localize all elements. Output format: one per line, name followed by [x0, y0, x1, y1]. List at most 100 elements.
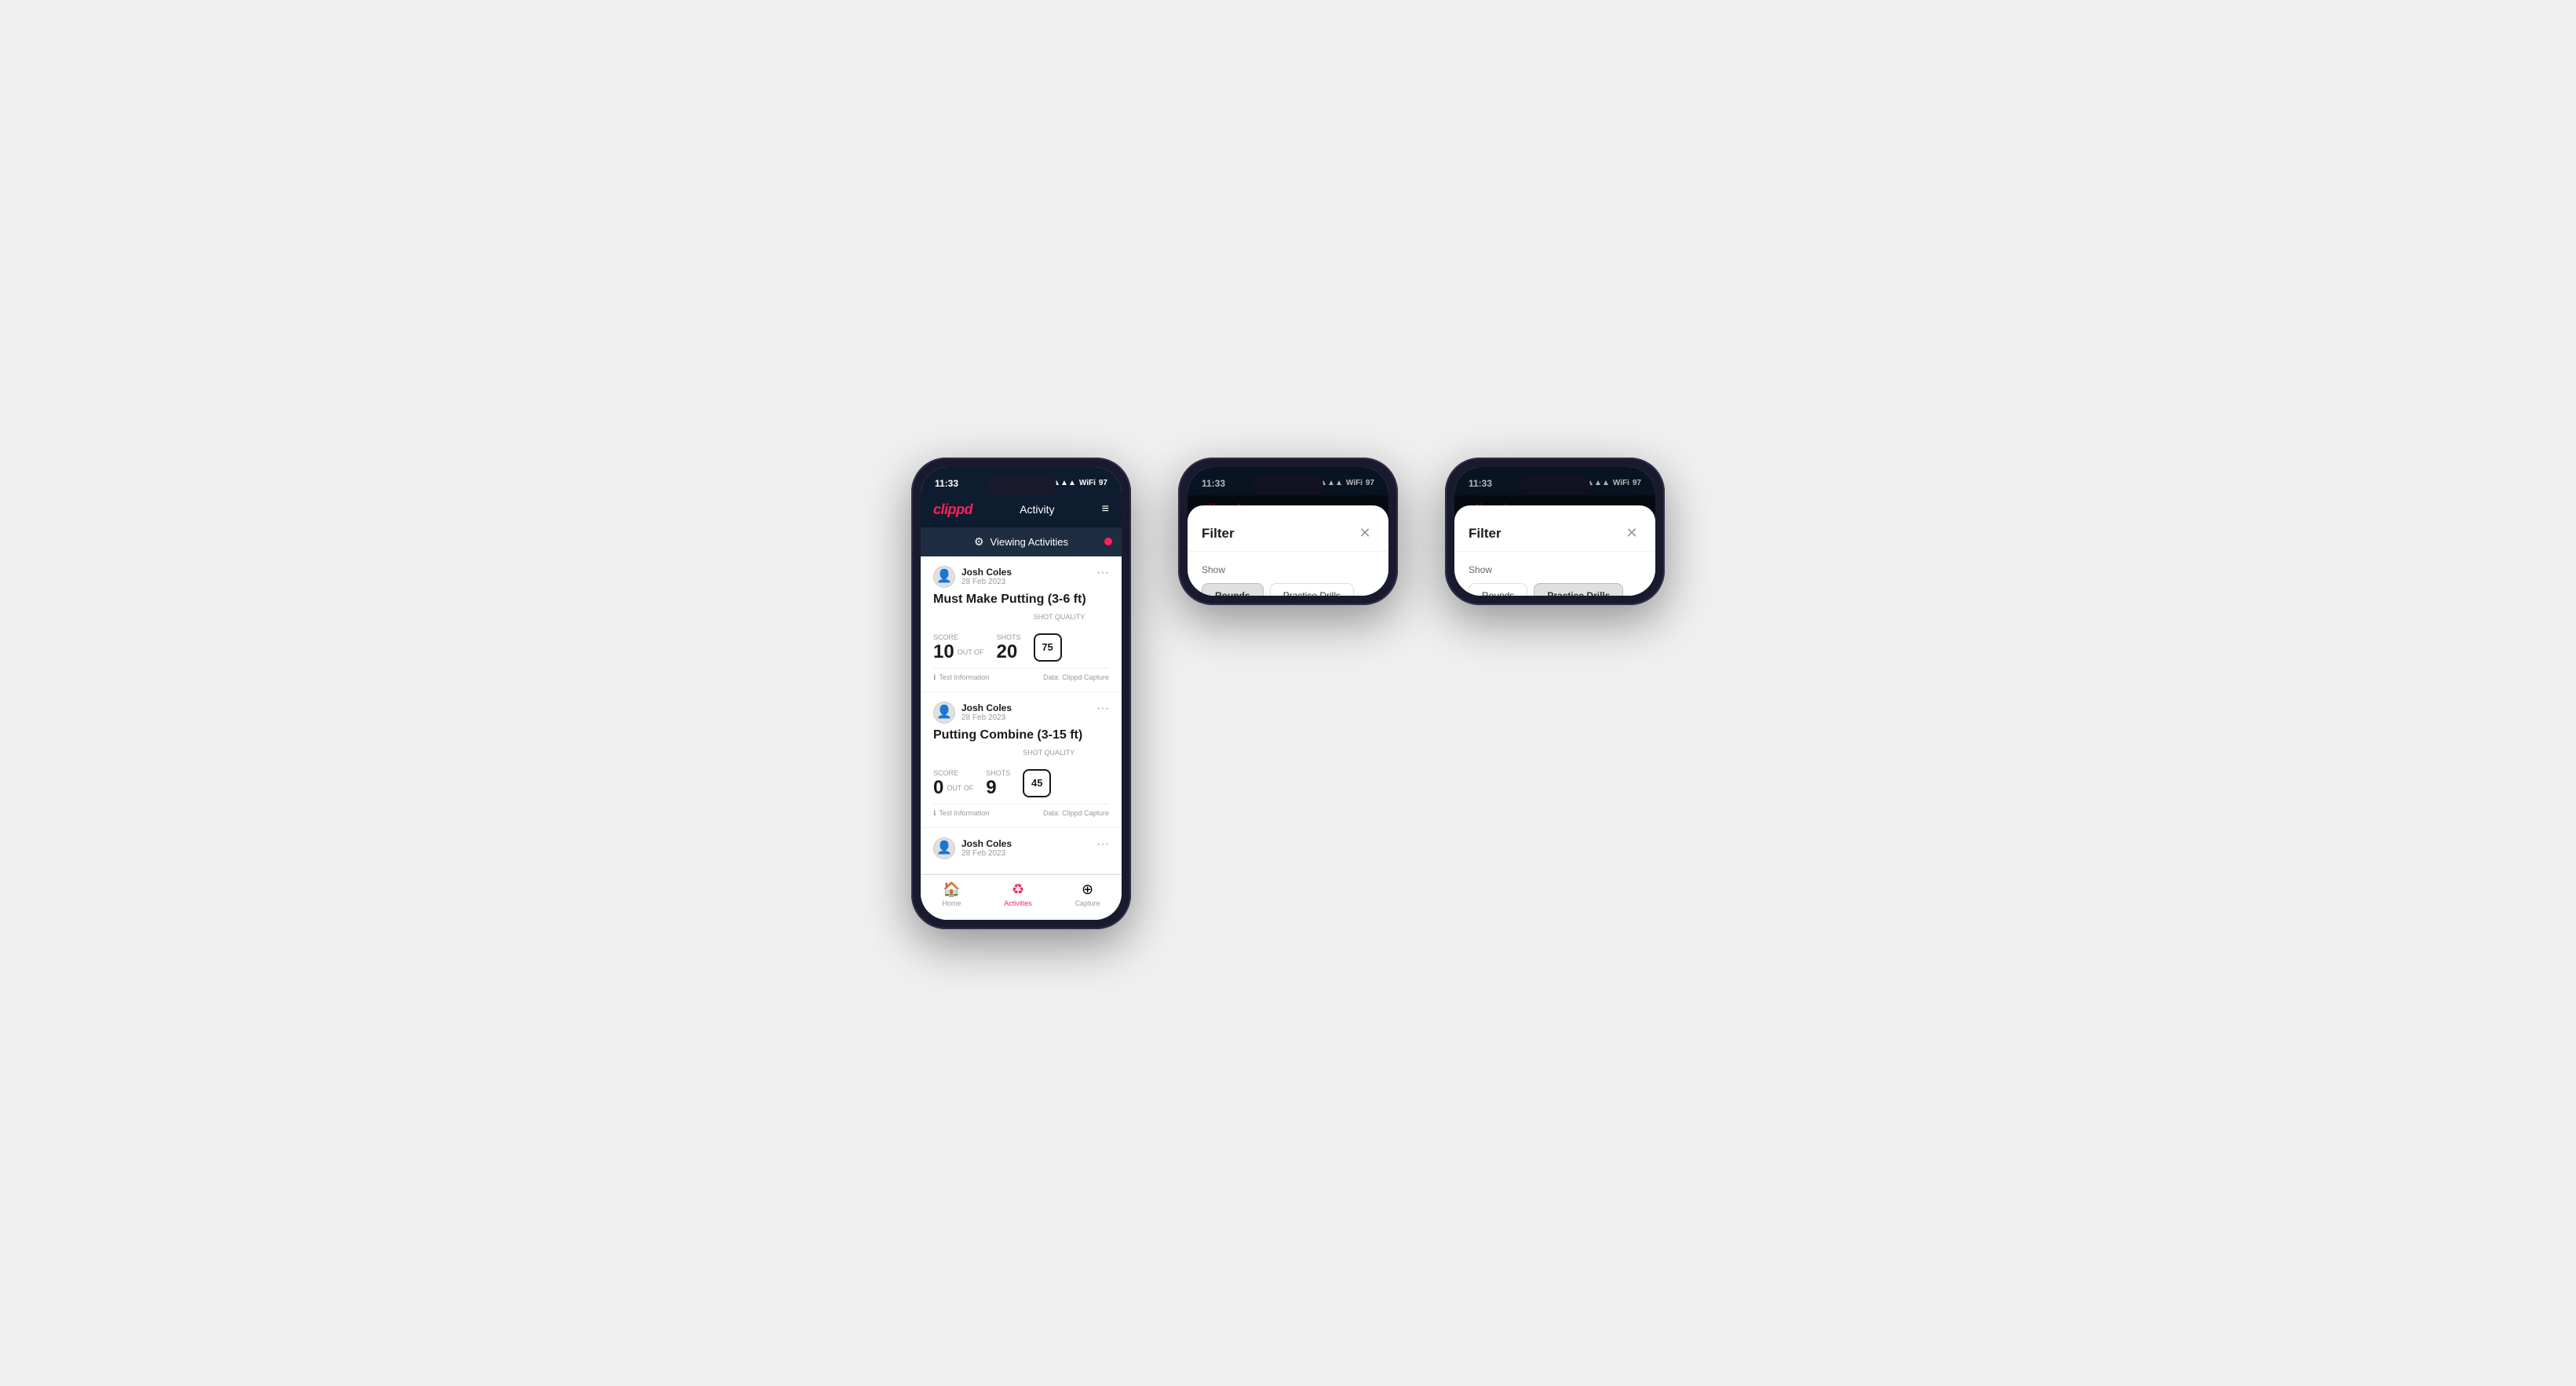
nav-activities-label-1: Activities: [1004, 899, 1032, 907]
avatar-icon-3: 👤: [936, 842, 952, 855]
score-group-1: Score 10 OUT OF: [933, 633, 984, 662]
show-buttons-3: Rounds Practice Drills: [1469, 583, 1641, 596]
nav-home-label-1: Home: [942, 899, 961, 907]
user-details-2: Josh Coles 28 Feb 2023: [961, 702, 1012, 722]
modal-sheet-3: Filter ✕ Show Rounds Practice Drills Pra…: [1454, 505, 1655, 596]
user-info-1: 👤 Josh Coles 28 Feb 2023: [933, 566, 1012, 588]
more-dots-1[interactable]: ···: [1096, 566, 1109, 580]
wifi-icon-3: WiFi: [1613, 479, 1629, 487]
battery-icon-3: 97: [1633, 479, 1641, 487]
more-dots-3[interactable]: ···: [1096, 837, 1109, 852]
shot-quality-label-2: Shot Quality: [1023, 749, 1075, 757]
user-name-1: Josh Coles: [961, 567, 1012, 578]
practice-drills-show-btn-3[interactable]: Practice Drills: [1534, 583, 1623, 596]
app-header-1: clippd Activity ≡: [921, 495, 1122, 527]
score-value-2: 0: [933, 779, 943, 797]
status-icons-2: ▲▲▲ WiFi 97: [1319, 479, 1374, 487]
info-icon-2: ℹ: [933, 809, 936, 818]
show-label-2: Show: [1202, 564, 1374, 575]
activity-card-2[interactable]: 👤 Josh Coles 28 Feb 2023 ··· Putting Com…: [921, 692, 1122, 828]
score-label-1: Score: [933, 633, 984, 641]
score-value-container-2: 0 OUT OF: [933, 779, 973, 797]
nav-capture-label-1: Capture: [1075, 899, 1100, 907]
user-name-3: Josh Coles: [961, 838, 1012, 849]
card-header-3: 👤 Josh Coles 28 Feb 2023 ···: [933, 837, 1109, 859]
phone-1-screen: 11:33 ▲▲▲ WiFi 97 clippd Activity ≡ ⚙ Vi…: [921, 467, 1122, 920]
activity-card-3[interactable]: 👤 Josh Coles 28 Feb 2023 ···: [921, 828, 1122, 874]
modal-close-btn-2[interactable]: ✕: [1356, 524, 1374, 543]
shot-quality-badge-2: 45: [1023, 769, 1051, 797]
show-buttons-2: Rounds Practice Drills: [1202, 583, 1374, 596]
bottom-nav-1: 🏠 Home ♻ Activities ⊕ Capture: [921, 874, 1122, 920]
status-time-2: 11:33: [1202, 478, 1225, 489]
out-of-text-1: OUT OF: [958, 648, 984, 656]
stats-row-1: Score 10 OUT OF Shots 20 Shot Quality: [933, 613, 1109, 662]
status-icons-1: ▲▲▲ WiFi 97: [1053, 479, 1107, 487]
user-details-1: Josh Coles 28 Feb 2023: [961, 567, 1012, 586]
modal-body-2: Show Rounds Practice Drills Rounds Pract…: [1188, 552, 1388, 596]
status-icons-3: ▲▲▲ WiFi 97: [1586, 479, 1641, 487]
shots-group-1: Shots 20: [997, 633, 1021, 662]
user-date-3: 28 Feb 2023: [961, 849, 1012, 858]
phone-2-screen: 11:33 ▲▲▲ WiFi 97 clippd Activity ≡ ⚙ Vi…: [1188, 467, 1388, 596]
card-footer-1: ℹ Test Information Data: Clippd Capture: [933, 668, 1109, 682]
score-value-1: 10: [933, 643, 954, 662]
phone-3: 11:33 ▲▲▲ WiFi 97 clippd Activity ≡ ⚙ Vi…: [1445, 458, 1665, 605]
viewing-banner-1[interactable]: ⚙ Viewing Activities: [921, 527, 1122, 556]
activities-icon-1: ♻: [1012, 881, 1024, 898]
phone-3-screen: 11:33 ▲▲▲ WiFi 97 clippd Activity ≡ ⚙ Vi…: [1454, 467, 1655, 596]
nav-activities-1[interactable]: ♻ Activities: [1004, 881, 1032, 907]
card-footer-2: ℹ Test Information Data: Clippd Capture: [933, 804, 1109, 818]
score-value-container-1: 10 OUT OF: [933, 643, 984, 662]
footer-info-2: ℹ Test Information: [933, 809, 989, 818]
nav-home-1[interactable]: 🏠 Home: [942, 881, 961, 907]
activity-title-2: Putting Combine (3-15 ft): [933, 728, 1109, 742]
rounds-btn-3[interactable]: Rounds: [1469, 583, 1527, 596]
modal-title-3: Filter: [1469, 526, 1501, 542]
modal-body-3: Show Rounds Practice Drills Practice Dri…: [1454, 552, 1655, 596]
capture-icon-1: ⊕: [1082, 881, 1093, 898]
modal-sheet-2: Filter ✕ Show Rounds Practice Drills Rou…: [1188, 505, 1388, 596]
shot-quality-group-2: Shot Quality 45: [1023, 749, 1075, 797]
avatar-3: 👤: [933, 837, 955, 859]
dynamic-island-1: [986, 475, 1056, 495]
red-dot-1: [1104, 538, 1112, 545]
wifi-icon-1: WiFi: [1079, 479, 1096, 487]
modal-header-3: Filter ✕: [1454, 513, 1655, 552]
more-dots-2[interactable]: ···: [1096, 702, 1109, 716]
shots-label-1: Shots: [997, 633, 1021, 641]
user-date-2: 28 Feb 2023: [961, 713, 1012, 722]
avatar-icon-1: 👤: [936, 571, 952, 583]
activity-title-1: Must Make Putting (3-6 ft): [933, 593, 1109, 607]
user-details-3: Josh Coles 28 Feb 2023: [961, 838, 1012, 858]
filter-icon-1: ⚙: [974, 535, 984, 549]
filter-modal-2: Filter ✕ Show Rounds Practice Drills Rou…: [1188, 505, 1388, 596]
user-name-2: Josh Coles: [961, 702, 1012, 713]
footer-data-1: Data: Clippd Capture: [1043, 673, 1109, 681]
out-of-text-2: OUT OF: [947, 784, 973, 792]
shot-quality-group-1: Shot Quality 75: [1034, 613, 1085, 662]
wifi-icon-2: WiFi: [1346, 479, 1363, 487]
dynamic-island-3: [1520, 475, 1590, 495]
shot-quality-label-1: Shot Quality: [1034, 613, 1085, 621]
stats-row-2: Score 0 OUT OF Shots 9 Shot Quality: [933, 749, 1109, 797]
info-icon-1: ℹ: [933, 673, 936, 682]
practice-drills-btn-2[interactable]: Practice Drills: [1270, 583, 1354, 596]
avatar-1: 👤: [933, 566, 955, 588]
activity-card-1[interactable]: 👤 Josh Coles 28 Feb 2023 ··· Must Make P…: [921, 556, 1122, 692]
menu-icon-1[interactable]: ≡: [1102, 502, 1109, 516]
viewing-text-1: Viewing Activities: [991, 536, 1068, 548]
activity-list-1: 👤 Josh Coles 28 Feb 2023 ··· Must Make P…: [921, 556, 1122, 874]
shots-value-1: 20: [997, 643, 1021, 662]
card-header-2: 👤 Josh Coles 28 Feb 2023 ···: [933, 702, 1109, 724]
battery-icon-2: 97: [1366, 479, 1374, 487]
home-icon-1: 🏠: [943, 881, 960, 898]
rounds-btn-2[interactable]: Rounds: [1202, 583, 1264, 596]
footer-data-2: Data: Clippd Capture: [1043, 809, 1109, 817]
modal-title-2: Filter: [1202, 526, 1235, 542]
phones-container: 11:33 ▲▲▲ WiFi 97 clippd Activity ≡ ⚙ Vi…: [911, 458, 1665, 929]
avatar-2: 👤: [933, 702, 955, 724]
modal-close-btn-3[interactable]: ✕: [1622, 524, 1641, 543]
nav-capture-1[interactable]: ⊕ Capture: [1075, 881, 1100, 907]
battery-icon-1: 97: [1099, 479, 1107, 487]
